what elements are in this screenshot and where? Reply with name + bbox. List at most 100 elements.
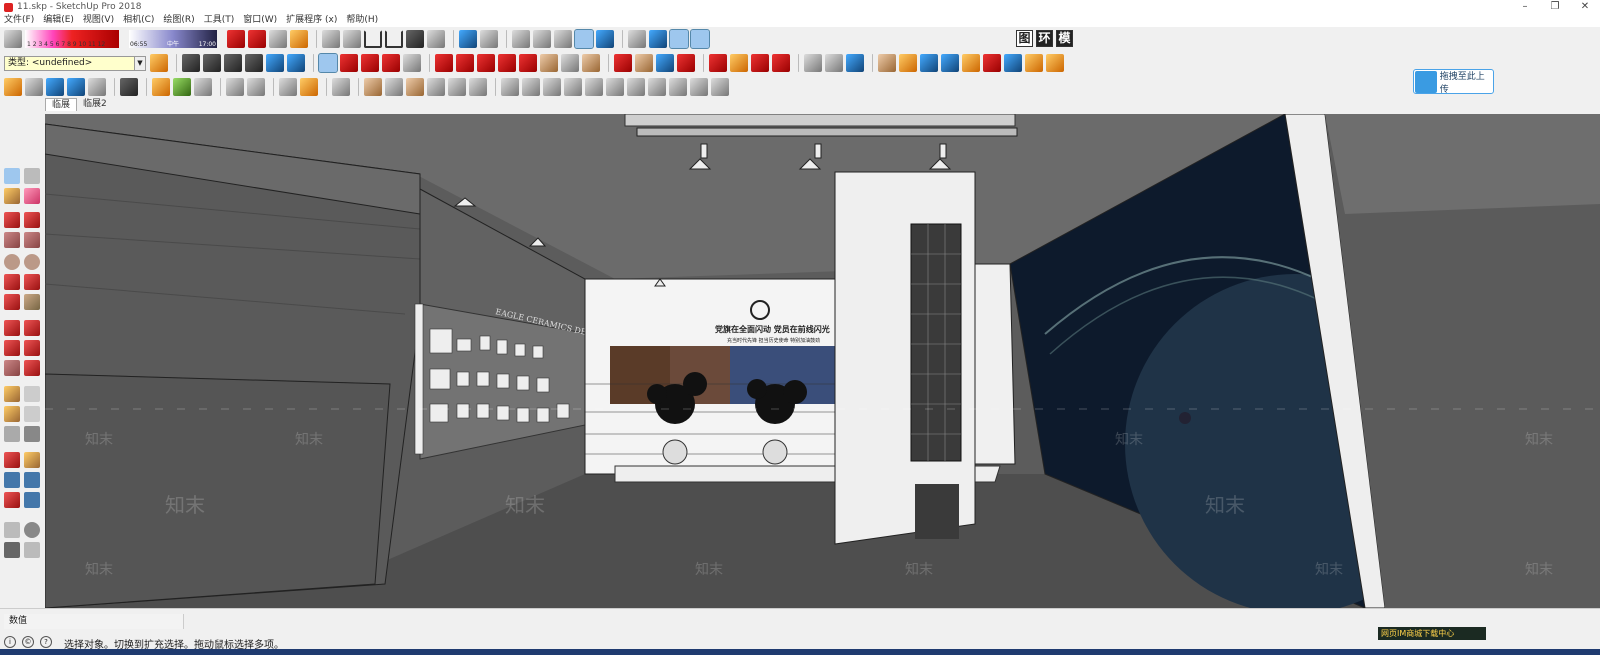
label-icon[interactable]	[427, 78, 445, 96]
view-top-icon[interactable]	[522, 78, 540, 96]
zoom-extents-left-icon[interactable]	[4, 492, 20, 508]
model-info-icon[interactable]	[322, 30, 340, 48]
mo-button[interactable]: 模	[1056, 30, 1073, 47]
eye-icon[interactable]	[24, 522, 40, 538]
offset-icon[interactable]	[24, 360, 40, 376]
move-icon[interactable]	[477, 54, 495, 72]
home-icon[interactable]	[364, 30, 382, 48]
box-icon[interactable]	[899, 54, 917, 72]
upload-button[interactable]: 拖拽至此上传	[1413, 69, 1494, 95]
person-icon[interactable]	[332, 78, 350, 96]
book-icon[interactable]	[343, 30, 361, 48]
two-point-arc-icon[interactable]	[24, 274, 40, 290]
close-button[interactable]: ✕	[1570, 0, 1600, 14]
xray-icon[interactable]	[512, 30, 530, 48]
zoom-left-icon[interactable]	[4, 472, 20, 488]
zoom-icon[interactable]	[656, 54, 674, 72]
line-left-icon[interactable]	[4, 212, 20, 228]
menu-edit[interactable]: 编辑(E)	[43, 14, 74, 27]
position-camera-icon[interactable]	[4, 522, 20, 538]
iso-view-icon[interactable]	[459, 30, 477, 48]
tape-icon[interactable]	[364, 78, 382, 96]
3dtext-left-icon[interactable]	[24, 426, 40, 442]
menu-tools[interactable]: 工具(T)	[204, 14, 235, 27]
textured-icon[interactable]	[596, 30, 614, 48]
info-icon[interactable]	[300, 78, 318, 96]
freehand-icon[interactable]	[24, 212, 40, 228]
view-back-icon[interactable]	[585, 78, 603, 96]
screenshot-icon[interactable]	[88, 78, 106, 96]
zoom-window-icon[interactable]	[24, 472, 40, 488]
menu-window[interactable]: 窗口(W)	[243, 14, 277, 27]
sliders-icon[interactable]	[247, 78, 265, 96]
orbit-left-icon[interactable]	[4, 452, 20, 468]
wireframe-icon[interactable]	[533, 30, 551, 48]
pie-icon[interactable]	[24, 294, 40, 310]
protractor-icon[interactable]	[406, 78, 424, 96]
tab-scene-1[interactable]: 临展	[45, 98, 78, 111]
view-bottom-icon[interactable]	[627, 78, 645, 96]
warehouse-icon[interactable]	[406, 30, 424, 48]
menu-extensions[interactable]: 扩展程序 (x)	[286, 14, 337, 27]
film-icon[interactable]	[194, 78, 212, 96]
credits-icon[interactable]: ©	[22, 636, 34, 648]
intersect-icon[interactable]	[962, 54, 980, 72]
pan-icon[interactable]	[635, 54, 653, 72]
menu-draw[interactable]: 绘图(R)	[163, 14, 194, 27]
huan-button[interactable]: 环	[1036, 30, 1053, 47]
house-outline-icon[interactable]	[385, 30, 403, 48]
dimension-left-icon[interactable]	[24, 386, 40, 402]
maximize-button[interactable]: ❐	[1540, 0, 1570, 14]
layer-dropdown[interactable]: 类型: <undefined> ▼	[4, 55, 146, 71]
component-make-icon[interactable]	[224, 54, 242, 72]
view-left-icon[interactable]	[606, 78, 624, 96]
eraser-tool-icon[interactable]	[340, 54, 358, 72]
arc-left-icon[interactable]	[4, 274, 20, 290]
3d-text-icon[interactable]	[469, 78, 487, 96]
help-icon[interactable]: ?	[40, 636, 52, 648]
polygon-icon[interactable]	[24, 254, 40, 270]
instance-icon[interactable]	[287, 54, 305, 72]
gear-icon[interactable]	[269, 30, 287, 48]
outer-shell-icon[interactable]	[1025, 54, 1043, 72]
outliner-icon[interactable]	[266, 54, 284, 72]
paint-icon[interactable]	[582, 54, 600, 72]
menu-camera[interactable]: 相机(C)	[123, 14, 154, 27]
shop-icon[interactable]	[427, 30, 445, 48]
hidden-line-icon[interactable]	[554, 30, 572, 48]
view-iso-icon[interactable]	[501, 78, 519, 96]
tab-scene-2[interactable]: 临展2	[77, 98, 113, 111]
select-arrow-icon[interactable]	[318, 53, 338, 73]
eraser-icon[interactable]	[4, 30, 22, 48]
footprint-icon[interactable]	[4, 542, 20, 558]
text-left-icon[interactable]	[24, 406, 40, 422]
section-cut-icon[interactable]	[669, 29, 689, 49]
two-point-icon[interactable]	[669, 78, 687, 96]
axes-left-icon[interactable]	[4, 426, 20, 442]
arc-icon[interactable]	[382, 54, 400, 72]
printer-icon[interactable]	[120, 78, 138, 96]
group-icon[interactable]	[182, 54, 200, 72]
shadow-color-bar[interactable]: 1 2 3 4 5 6 7 8 9 10 11 12	[25, 30, 119, 48]
axes-tool-icon[interactable]	[448, 78, 466, 96]
component-edit-icon[interactable]	[245, 54, 263, 72]
text-icon[interactable]	[561, 54, 579, 72]
trim-icon[interactable]	[983, 54, 1001, 72]
eraser-left-icon[interactable]	[24, 188, 40, 204]
menu-file[interactable]: 文件(F)	[4, 14, 34, 27]
extension-warehouse-icon[interactable]	[751, 54, 769, 72]
tree-icon[interactable]	[173, 78, 191, 96]
view-right-icon[interactable]	[564, 78, 582, 96]
scale-icon[interactable]	[519, 54, 537, 72]
key-icon[interactable]	[67, 78, 85, 96]
perspective-icon[interactable]	[648, 78, 666, 96]
paint-tool-icon[interactable]	[4, 188, 20, 204]
pan-left-icon[interactable]	[24, 452, 40, 468]
tape-left-icon[interactable]	[4, 386, 20, 402]
circle-left-icon[interactable]	[4, 254, 20, 270]
select-tool-icon[interactable]	[4, 168, 20, 184]
tape-measure-icon[interactable]	[540, 54, 558, 72]
subtract-icon[interactable]	[1046, 54, 1064, 72]
rotate-icon[interactable]	[498, 54, 516, 72]
menu-view[interactable]: 视图(V)	[83, 14, 114, 27]
